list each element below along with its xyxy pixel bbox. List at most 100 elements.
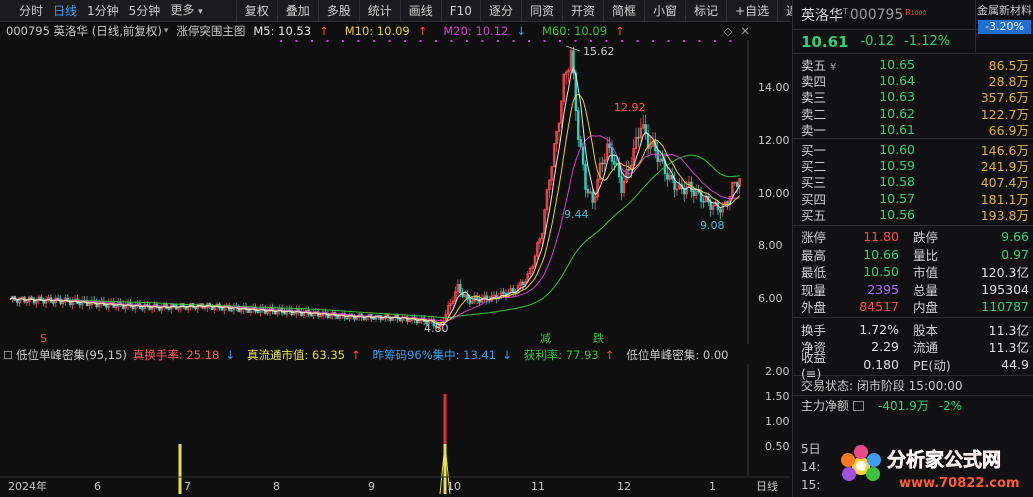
- stats-block-2: 换手 1.72% 股本 11.3亿 净资 2.29 流通 11.3亿 收益(≡) 0.180 PE(…: [793, 318, 1033, 381]
- stat-value: 10.50: [863, 264, 899, 280]
- stats-block-1: 涨停 11.80 跌停 9.66 最高 10.66 量比 0.97 最低 10.50 市值 120.3…: [793, 226, 1033, 319]
- zhufen-button[interactable]: 逐分: [479, 0, 521, 22]
- buy-book: 买一 10.60 146.6万 买二 10.59 241.9万 买三 10.58 407.4…: [793, 139, 1033, 226]
- sell5-price: 10.65: [879, 56, 915, 72]
- stat-key: 内盘: [913, 300, 939, 316]
- flower-icon: [841, 445, 881, 481]
- biaoji-button[interactable]: 标记: [685, 0, 726, 22]
- low2-price-label: 9.08: [700, 219, 725, 232]
- sell-row-4[interactable]: 卖四 10.64 28.8万: [793, 72, 1033, 89]
- stat-key: PE(动): [913, 357, 951, 373]
- indicator-chart[interactable]: 2.00 1.50 1.00 0.50 2024年 6 7 8 9 10 11 …: [0, 364, 790, 497]
- ind-single-peak: 低位单峰密集: 0.00: [626, 348, 729, 362]
- x-label-2024: 2024年: [8, 479, 47, 493]
- indicator-legend: 低位单峰密集(95,15) 真换手率: 25.18 ↓ 真流通市值: 63.35 ↑…: [0, 346, 790, 364]
- diejia-button[interactable]: 叠加: [276, 0, 318, 22]
- huaxian-button[interactable]: 画线: [399, 0, 441, 22]
- stat-value: 11.3亿: [988, 340, 1029, 356]
- kaizi-button[interactable]: 开资: [561, 0, 603, 22]
- stat-row: 最高 10.66 量比 0.97: [793, 245, 1033, 263]
- stat-key: 流通: [913, 340, 939, 356]
- stat-row: 换手 1.72% 股本 11.3亿: [793, 320, 1033, 338]
- tab-rixian[interactable]: 日线: [48, 0, 82, 22]
- stat-value: 84517: [859, 299, 899, 315]
- x-label-6: 6: [94, 480, 101, 493]
- stat-value: 11.3亿: [988, 322, 1029, 338]
- stat-value: 110787: [981, 299, 1029, 315]
- stock-name: 英洛华: [801, 7, 843, 24]
- grid-menu-icon[interactable]: [6, 4, 8, 18]
- buy-row-1[interactable]: 买一 10.60 146.6万: [793, 141, 1033, 158]
- tab-more[interactable]: 更多 ▾: [165, 0, 207, 23]
- watermark-url: www.70822.com: [899, 476, 1020, 491]
- sector-name: 金属新材料: [977, 4, 1032, 17]
- quote-panel: 英洛华 T 000795 R1000 金属新材料 -3.20% 10.61 -0…: [792, 0, 1033, 497]
- chevron-down-icon: ▾: [198, 6, 203, 17]
- tab-5min[interactable]: 5分钟: [124, 0, 166, 22]
- price-change: -0.12: [860, 34, 895, 49]
- x-label-1: 1: [709, 480, 716, 493]
- watermark-title: 分析家公式网: [887, 448, 1001, 471]
- xiaochuang-button[interactable]: 小窗: [644, 0, 685, 22]
- stat-key: 换手: [801, 322, 827, 338]
- x-label-11: 11: [531, 480, 545, 493]
- buy5-label: 买五: [801, 208, 827, 224]
- add-watchlist-button[interactable]: +自选: [726, 0, 777, 22]
- ind-market-cap: 真流通市值: 63.35 ↑: [247, 348, 361, 362]
- last-price: 10.61: [801, 32, 849, 51]
- top-toolbar: 分时 日线 1分钟 5分钟 更多 ▾ 复权 叠加 多股 统计 画线 F10 逐分…: [0, 0, 810, 23]
- price-chart[interactable]: 14.00 12.00 10.00 8.00 6.00 15.62 12.92 …: [0, 22, 790, 352]
- stat-key: 股本: [913, 322, 939, 338]
- buy-row-4[interactable]: 买四 10.57 181.1万: [793, 190, 1033, 207]
- fuquan-button[interactable]: 复权: [235, 0, 277, 22]
- table-icon[interactable]: [853, 400, 865, 411]
- stat-key: 现量: [801, 282, 827, 298]
- flow-label: 主力净额: [801, 399, 850, 414]
- tab-1min[interactable]: 1分钟: [82, 0, 124, 22]
- stat-value: 120.3亿: [980, 265, 1029, 281]
- sell-row-2[interactable]: 卖二 10.62 122.7万: [793, 105, 1033, 122]
- signal-s: S: [40, 332, 47, 345]
- stat-value: 2395: [867, 281, 899, 297]
- buy-row-2[interactable]: 买二 10.59 241.9万: [793, 157, 1033, 174]
- stat-key: 市值: [913, 265, 939, 281]
- buy-row-3[interactable]: 买三 10.58 407.4万: [793, 174, 1033, 190]
- trade-state: 交易状态: 闭市阶段 15:00:00: [793, 376, 1033, 396]
- stat-row: 现量 2395 总量 195304: [793, 280, 1033, 298]
- stat-row: 收益(≡) 0.180 PE(动) 44.9: [793, 350, 1033, 381]
- stat-value: 1.72%: [859, 321, 899, 337]
- sell1-label: 卖一: [801, 123, 827, 139]
- jiankuang-button[interactable]: 简框: [602, 0, 644, 22]
- tongji-button[interactable]: 统计: [358, 0, 400, 22]
- stat-value: 11.80: [863, 229, 899, 245]
- duogu-button[interactable]: 多股: [317, 0, 359, 22]
- bottom-price-label: 4.80: [424, 322, 449, 335]
- x-label-12: 12: [617, 480, 631, 493]
- buy-row-5[interactable]: 买五 10.56 193.8万: [793, 207, 1033, 223]
- tongzi-button[interactable]: 同资: [520, 0, 562, 22]
- stat-key: 跌停: [913, 230, 939, 246]
- buy5-price: 10.56: [879, 207, 915, 223]
- kline-chart-panel[interactable]: 000795 英洛华 (日线,前复权) ▾ 涨停突围主图 M5: 10.53 ↑ …: [0, 22, 790, 497]
- tick-list: 5日 14: 15:: [801, 440, 821, 494]
- sector-box[interactable]: 金属新材料 -3.20%: [975, 0, 1033, 52]
- low1-price-label: 9.44: [564, 208, 589, 221]
- sell3-price: 10.63: [879, 89, 915, 105]
- sell-row-1[interactable]: 卖一 10.61 66.9万: [793, 122, 1033, 138]
- buy4-price: 10.57: [879, 190, 915, 206]
- indicator-collapse-icon[interactable]: [4, 351, 12, 359]
- signal-die: 跌: [593, 331, 604, 345]
- f10-button[interactable]: F10: [440, 0, 480, 22]
- sell-row-5[interactable]: 卖五 ¥10.65 86.5万: [793, 56, 1033, 73]
- stat-value: 195304: [981, 281, 1029, 297]
- period-button[interactable]: 日线: [756, 479, 778, 493]
- buy1-price: 10.60: [879, 141, 915, 157]
- stat-row: 外盘 84517 内盘 110787: [793, 298, 1033, 316]
- sell-row-3[interactable]: 卖三 10.63 357.6万: [793, 89, 1033, 105]
- tab-fenshi[interactable]: 分时: [14, 0, 48, 22]
- stat-value: 0.180: [863, 356, 899, 372]
- buy2-price: 10.59: [879, 158, 915, 174]
- signal-jian: 减: [540, 332, 551, 345]
- indicator-title[interactable]: 低位单峰密集(95,15): [16, 347, 127, 363]
- y-tick-6: 6.00: [758, 292, 783, 305]
